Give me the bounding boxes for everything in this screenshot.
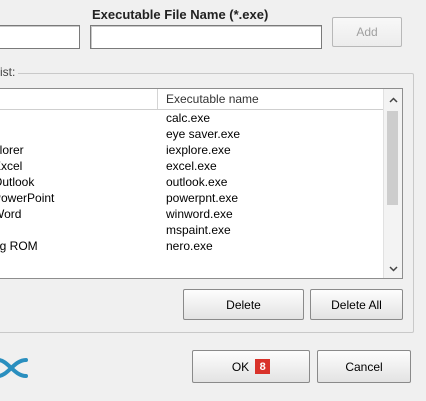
executable-name-cell: eye saver.exe — [166, 127, 241, 141]
delete-all-button[interactable]: Delete All — [310, 289, 403, 320]
executable-name-cell: outlook.exe — [166, 175, 228, 189]
list-item[interactable]: Outlook outlook.exe — [0, 174, 383, 190]
list-item[interactable]: plorer iexplore.exe — [0, 142, 383, 158]
scrollbar-thumb[interactable] — [387, 111, 398, 205]
program-name-cell: Word — [0, 207, 22, 221]
list-item[interactable]: Word winword.exe — [0, 206, 383, 222]
vertical-scrollbar[interactable] — [383, 89, 402, 278]
executable-name-cell: powerpnt.exe — [166, 191, 239, 205]
chevron-down-icon[interactable] — [384, 260, 402, 278]
program-name-cell: plorer — [0, 143, 24, 157]
executable-name-cell: iexplore.exe — [166, 143, 231, 157]
add-button[interactable]: Add — [332, 17, 402, 47]
executable-name-cell: mspaint.exe — [166, 223, 231, 237]
step-number-badge: 8 — [255, 359, 271, 374]
list-item[interactable]: t mspaint.exe — [0, 222, 383, 238]
program-name-input[interactable] — [0, 25, 80, 49]
executable-name-cell: nero.exe — [166, 239, 213, 253]
program-name-cell: t — [0, 222, 155, 238]
list-item[interactable]: ng ROM nero.exe — [0, 238, 383, 254]
program-name-cell: PowerPoint — [0, 191, 55, 205]
list-header: Executable name — [0, 89, 383, 110]
program-list[interactable]: Executable name calc.exeeye saver.exeplo… — [0, 88, 403, 279]
ok-button-label: OK — [231, 359, 250, 374]
cancel-button[interactable]: Cancel — [317, 350, 411, 383]
program-list-caption: ist: — [0, 65, 19, 79]
list-item[interactable]: Excel excel.exe — [0, 158, 383, 174]
list-item[interactable]: eye saver.exe — [0, 126, 383, 142]
delete-button[interactable]: Delete — [183, 289, 304, 320]
chevron-up-icon[interactable] — [384, 91, 402, 109]
column-header-executable[interactable]: Executable name — [158, 89, 386, 109]
program-name-cell: Outlook — [0, 175, 35, 189]
column-header-name[interactable] — [0, 89, 158, 109]
list-item[interactable]: PowerPoint powerpnt.exe — [0, 190, 383, 206]
executable-name-cell: winword.exe — [166, 207, 233, 221]
executable-name-cell: calc.exe — [166, 111, 211, 125]
exe-file-name-label: Executable File Name (*.exe) — [92, 7, 269, 22]
program-name-cell: ng ROM — [0, 239, 38, 253]
program-name-cell: Excel — [0, 159, 23, 173]
ok-button[interactable]: OK 8 — [192, 350, 310, 383]
exe-file-name-input[interactable] — [90, 25, 322, 49]
list-item[interactable]: calc.exe — [0, 110, 383, 126]
list-rows: calc.exeeye saver.exeploreriexplore.exeE… — [0, 110, 383, 254]
app-logo-icon — [0, 356, 30, 380]
executable-name-cell: excel.exe — [166, 159, 217, 173]
